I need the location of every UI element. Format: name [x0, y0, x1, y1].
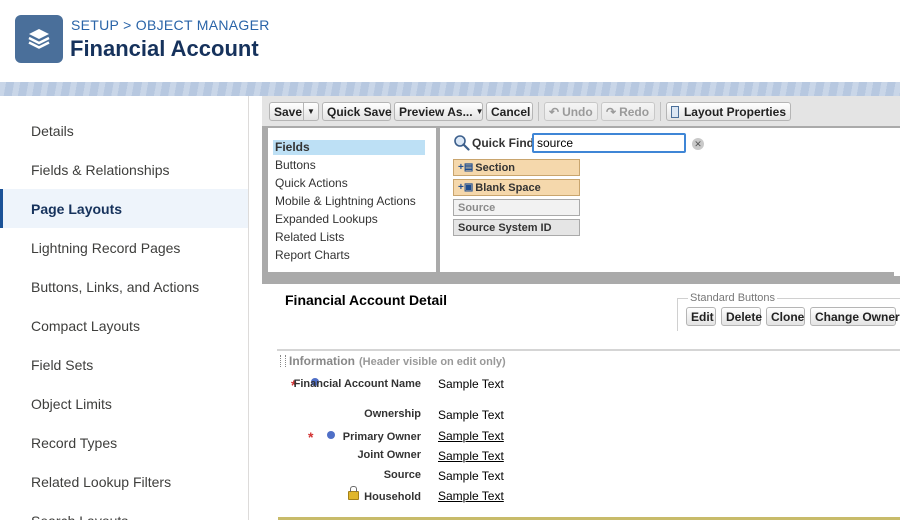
field-value: Sample Text: [438, 377, 504, 391]
field-label-ownership[interactable]: Ownership: [291, 408, 421, 421]
section-title: Information: [289, 354, 355, 368]
category-buttons[interactable]: Buttons: [273, 158, 425, 173]
sidebar-item-lightning-record-pages[interactable]: Lightning Record Pages: [0, 228, 248, 267]
tile-label: Blank Space: [475, 181, 541, 194]
redo-icon: ↷: [606, 104, 617, 119]
field-value-link: Sample Text: [438, 429, 504, 443]
field-label-household[interactable]: Household: [291, 491, 421, 504]
sidebar-item-compact-layouts[interactable]: Compact Layouts: [0, 306, 248, 345]
page-header: SETUP > OBJECT MANAGER Financial Account: [0, 0, 900, 83]
section-note: (Header visible on edit only): [359, 356, 506, 368]
drag-handle-icon[interactable]: [280, 355, 286, 367]
field-label-financial-account-name[interactable]: Financial Account Name: [291, 378, 421, 391]
standard-buttons-legend: Standard Buttons: [688, 292, 778, 304]
header-pattern-band: [0, 82, 900, 96]
layout-toolbar: Save ▼ Quick Save Preview As... ▼ Cancel…: [262, 96, 900, 127]
redo-label: Redo: [619, 104, 650, 119]
palette-tile-source-system-id[interactable]: Source System ID: [453, 219, 580, 236]
detail-title: Financial Account Detail: [285, 292, 448, 308]
undo-button[interactable]: ↶ Undo: [544, 102, 598, 121]
blank-space-icon: +▣: [458, 182, 474, 193]
preview-as-label: Preview As...: [399, 104, 473, 119]
quick-find-label: Quick Find: [472, 136, 535, 150]
tile-label: Section: [475, 161, 516, 174]
layers-icon: [15, 15, 63, 63]
category-fields[interactable]: Fields: [273, 140, 425, 155]
field-label-joint-owner[interactable]: Joint Owner: [291, 449, 421, 462]
layout-properties-button[interactable]: Layout Properties: [666, 102, 791, 121]
category-related-lists[interactable]: Related Lists: [273, 230, 425, 245]
sidebar-item-field-sets[interactable]: Field Sets: [0, 345, 248, 384]
sidebar-item-fields-relationships[interactable]: Fields & Relationships: [0, 150, 248, 189]
preview-as-button[interactable]: Preview As... ▼: [394, 102, 484, 121]
section-icon: +▤: [458, 162, 474, 173]
palette-fields: Quick Find ✕ +▤ Section +▣ Blank Space S…: [440, 128, 900, 272]
field-value: Sample Text: [438, 408, 504, 422]
search-icon: [454, 135, 470, 151]
breadcrumb[interactable]: SETUP > OBJECT MANAGER: [71, 17, 270, 33]
field-value-link: Sample Text: [438, 489, 504, 503]
palette-categories: Fields Buttons Quick Actions Mobile & Li…: [268, 128, 436, 272]
edit-button[interactable]: Edit: [686, 307, 716, 326]
chevron-down-icon[interactable]: ▼: [303, 103, 318, 120]
toolbar-divider: [538, 102, 539, 121]
page-title: Financial Account: [70, 36, 259, 61]
field-label-primary-owner[interactable]: Primary Owner: [291, 431, 421, 444]
field-value: Sample Text: [438, 469, 504, 483]
category-expanded-lookups[interactable]: Expanded Lookups: [273, 212, 425, 227]
page-layout-editor: Save ▼ Quick Save Preview As... ▼ Cancel…: [262, 96, 900, 520]
field-label-source[interactable]: Source: [291, 469, 421, 482]
section-header-information[interactable]: Information (Header visible on edit only): [289, 354, 506, 368]
clone-button[interactable]: Clone: [766, 307, 805, 326]
resize-handle[interactable]: [894, 270, 900, 276]
category-quick-actions[interactable]: Quick Actions: [273, 176, 425, 191]
undo-label: Undo: [562, 104, 593, 119]
quick-find-input[interactable]: [532, 133, 686, 153]
properties-icon: [671, 105, 679, 118]
field-value-link: Sample Text: [438, 449, 504, 463]
layout-properties-label: Layout Properties: [683, 104, 786, 119]
sidebar-item-page-layouts[interactable]: Page Layouts: [0, 189, 248, 228]
sidebar-item-record-types[interactable]: Record Types: [0, 423, 248, 462]
undo-icon: ↶: [549, 104, 560, 119]
category-report-charts[interactable]: Report Charts: [273, 248, 425, 263]
change-owner-button[interactable]: Change Owner: [810, 307, 900, 326]
palette-tile-blank-space[interactable]: +▣ Blank Space: [453, 179, 580, 196]
save-button[interactable]: Save ▼: [269, 102, 319, 121]
chevron-down-icon: ▼: [475, 107, 484, 116]
clear-search-icon[interactable]: ✕: [692, 138, 704, 150]
palette-tile-source: Source: [453, 199, 580, 216]
sidebar-item-details[interactable]: Details: [0, 111, 248, 150]
quick-save-button[interactable]: Quick Save: [322, 102, 392, 121]
sidebar-item-object-limits[interactable]: Object Limits: [0, 384, 248, 423]
save-button-label: Save: [274, 104, 303, 119]
redo-button[interactable]: ↷ Redo: [601, 102, 655, 121]
delete-button[interactable]: Delete: [721, 307, 762, 326]
palette-tile-section[interactable]: +▤ Section: [453, 159, 580, 176]
category-mobile-lightning-actions[interactable]: Mobile & Lightning Actions: [273, 194, 425, 209]
sidebar-nav: Details Fields & Relationships Page Layo…: [0, 96, 249, 520]
sidebar-item-buttons-links-actions[interactable]: Buttons, Links, and Actions: [0, 267, 248, 306]
cancel-button[interactable]: Cancel: [486, 102, 533, 121]
section-divider: [277, 349, 900, 351]
toolbar-divider: [660, 102, 661, 121]
sidebar-item-related-lookup-filters[interactable]: Related Lookup Filters: [0, 462, 248, 501]
field-palette: Fields Buttons Quick Actions Mobile & Li…: [262, 126, 900, 284]
sidebar-item-search-layouts[interactable]: Search Layouts: [0, 501, 248, 520]
